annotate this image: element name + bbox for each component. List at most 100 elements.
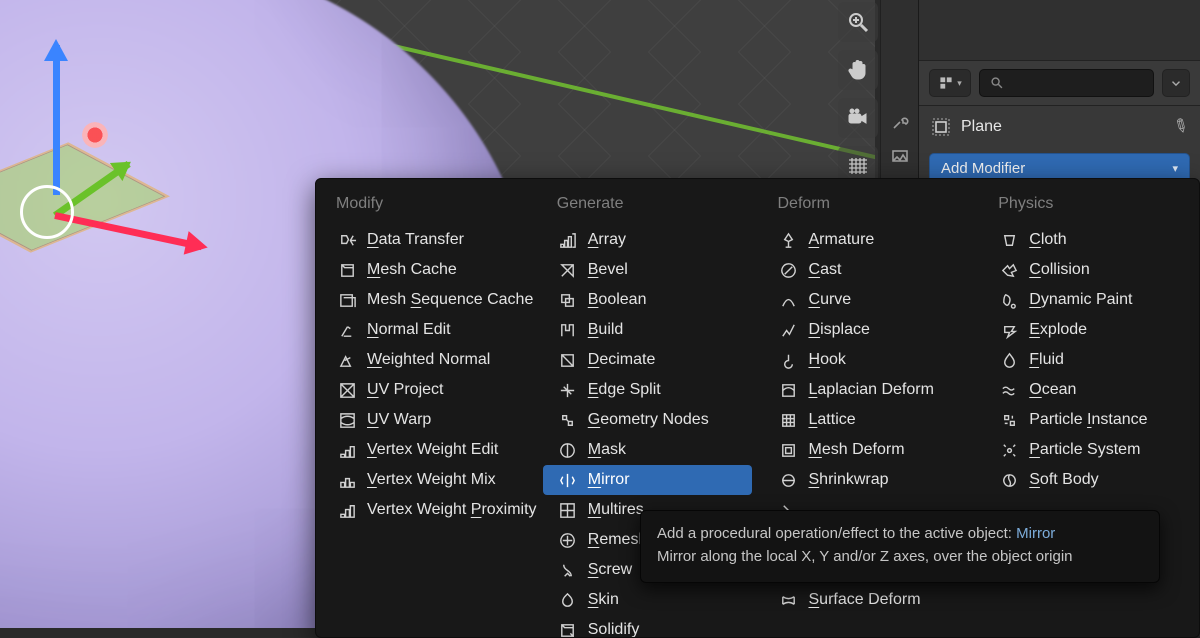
mesh-cache-icon [337, 260, 357, 280]
modifier-mask[interactable]: Mask [543, 435, 752, 465]
modifier-item-label: Collision [1029, 261, 1089, 279]
modifier-bevel[interactable]: Bevel [543, 255, 752, 285]
modifier-hook[interactable]: Hook [764, 345, 973, 375]
modifier-item-label: Cloth [1029, 231, 1066, 249]
add-modifier-label: Add Modifier [941, 160, 1025, 177]
modifier-cast[interactable]: Cast [764, 255, 973, 285]
modifier-normal-edit[interactable]: Normal Edit [322, 315, 531, 345]
modifier-item-label: Dynamic Paint [1029, 291, 1132, 309]
modifier-boolean[interactable]: Boolean [543, 285, 752, 315]
gizmo-axis-z[interactable] [53, 45, 60, 195]
gizmo-center[interactable] [20, 185, 74, 239]
modifier-ocean[interactable]: Ocean [984, 375, 1193, 405]
modifier-item-label: Curve [809, 291, 852, 309]
uv-project-icon [337, 380, 357, 400]
transform-gizmo[interactable] [0, 20, 200, 260]
editor-type-select[interactable] [929, 69, 971, 97]
explode-icon [999, 320, 1019, 340]
particle-instance-icon [999, 410, 1019, 430]
modifier-skin[interactable]: Skin [543, 585, 752, 615]
weighted-normal-icon [337, 350, 357, 370]
object-name: Plane [961, 118, 1002, 136]
modifier-vertex-weight-edit[interactable]: Vertex Weight Edit [322, 435, 531, 465]
chevron-down-icon [1169, 76, 1183, 90]
hand-icon [846, 58, 870, 82]
modifier-item-label: Decimate [588, 351, 656, 369]
menu-column-header: Modify [322, 187, 531, 225]
soft-body-icon [999, 470, 1019, 490]
properties-search-input[interactable] [979, 69, 1154, 97]
laplacian-deform-icon [779, 380, 799, 400]
mesh-seq-cache-icon [337, 290, 357, 310]
screw-icon [558, 560, 578, 580]
boolean-icon [558, 290, 578, 310]
modifier-uv-warp[interactable]: UV Warp [322, 405, 531, 435]
modifier-collision[interactable]: Collision [984, 255, 1193, 285]
modifier-decimate[interactable]: Decimate [543, 345, 752, 375]
modifier-item-label: Vertex Weight Edit [367, 441, 498, 459]
modifier-item-label: Multires [588, 501, 644, 519]
modifier-soft-body[interactable]: Soft Body [984, 465, 1193, 495]
modifier-geometry-nodes[interactable]: Geometry Nodes [543, 405, 752, 435]
camera-icon [846, 106, 870, 130]
modifier-cloth[interactable]: Cloth [984, 225, 1193, 255]
modifier-build[interactable]: Build [543, 315, 752, 345]
vertex-weight-edit-icon [337, 440, 357, 460]
uv-warp-icon [337, 410, 357, 430]
modifier-uv-project[interactable]: UV Project [322, 375, 531, 405]
modifier-dynamic-paint[interactable]: Dynamic Paint [984, 285, 1193, 315]
modifier-edge-split[interactable]: Edge Split [543, 375, 752, 405]
bevel-icon [558, 260, 578, 280]
pin-button[interactable]: ✎ [1169, 114, 1193, 140]
cast-icon [779, 260, 799, 280]
modifier-displace[interactable]: Displace [764, 315, 973, 345]
modifier-item-label: Remesh [588, 531, 648, 549]
modifier-mesh-cache[interactable]: Mesh Cache [322, 255, 531, 285]
surface-deform-icon [779, 590, 799, 610]
modifier-surface-deform[interactable]: Surface Deform [764, 585, 973, 615]
tab-tool[interactable] [890, 112, 910, 132]
modifier-armature[interactable]: Armature [764, 225, 973, 255]
modifier-item-label: Mesh Sequence Cache [367, 291, 533, 309]
modifier-vertex-weight-proximity[interactable]: Vertex Weight Proximity [322, 495, 531, 525]
modifier-particle-instance[interactable]: Particle Instance [984, 405, 1193, 435]
modifier-data-transfer[interactable]: Data Transfer [322, 225, 531, 255]
mask-icon [558, 440, 578, 460]
modifier-fluid[interactable]: Fluid [984, 345, 1193, 375]
modifier-vertex-weight-mix[interactable]: Vertex Weight Mix [322, 465, 531, 495]
skin-icon [558, 590, 578, 610]
modifier-item-label: UV Warp [367, 411, 431, 429]
modifier-mirror[interactable]: Mirror [543, 465, 752, 495]
menu-column-header: Physics [984, 187, 1193, 225]
vertex-weight-mix-icon [337, 470, 357, 490]
magnifier-icon [846, 10, 870, 34]
modifier-solidify[interactable]: Solidify [543, 615, 752, 638]
panel-header-spacer [919, 0, 1200, 60]
tab-output[interactable] [890, 146, 910, 166]
viewport-tool-strip [832, 0, 884, 186]
data-transfer-icon [337, 230, 357, 250]
pan-button[interactable] [838, 50, 878, 90]
modifier-item-label: Displace [809, 321, 870, 339]
edge-split-icon [558, 380, 578, 400]
zoom-button[interactable] [838, 2, 878, 42]
modifier-mesh-deform[interactable]: Mesh Deform [764, 435, 973, 465]
modifier-laplacian-deform[interactable]: Laplacian Deform [764, 375, 973, 405]
modifier-shrinkwrap[interactable]: Shrinkwrap [764, 465, 973, 495]
modifier-mesh-sequence-cache[interactable]: Mesh Sequence Cache [322, 285, 531, 315]
options-button[interactable] [1162, 69, 1190, 97]
modifier-explode[interactable]: Explode [984, 315, 1193, 345]
modifier-array[interactable]: Array [543, 225, 752, 255]
modifier-item-label: Mask [588, 441, 626, 459]
modifier-item-label: Laplacian Deform [809, 381, 934, 399]
normal-edit-icon [337, 320, 357, 340]
object-header-row: Plane ✎ [919, 106, 1200, 147]
modifier-curve[interactable]: Curve [764, 285, 973, 315]
particle-system-icon [999, 440, 1019, 460]
camera-view-button[interactable] [838, 98, 878, 138]
ocean-icon [999, 380, 1019, 400]
modifier-item-label: Normal Edit [367, 321, 451, 339]
modifier-particle-system[interactable]: Particle System [984, 435, 1193, 465]
modifier-weighted-normal[interactable]: Weighted Normal [322, 345, 531, 375]
modifier-lattice[interactable]: Lattice [764, 405, 973, 435]
